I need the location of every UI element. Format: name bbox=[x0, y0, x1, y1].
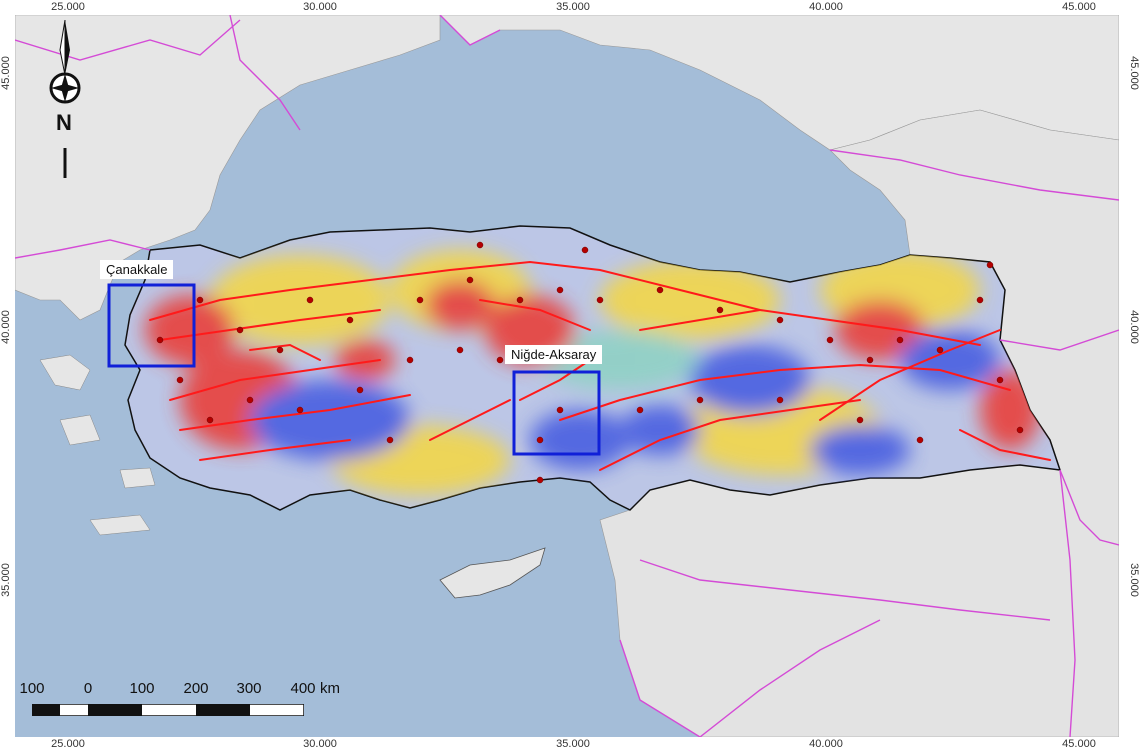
scale-label: 100 bbox=[129, 680, 155, 697]
compass-north-label: N bbox=[56, 110, 72, 135]
lon-tick-bottom: 40.000 bbox=[809, 738, 843, 750]
scale-bar-graphic bbox=[32, 704, 304, 716]
lon-tick-top: 45.000 bbox=[1062, 1, 1096, 13]
lon-tick-bottom: 25.000 bbox=[51, 738, 85, 750]
scale-label: 300 bbox=[236, 680, 262, 697]
lon-tick-top: 25.000 bbox=[51, 1, 85, 13]
region-label-nigde-aksaray: Niğde-Aksaray bbox=[505, 345, 603, 364]
region-label-canakkale: Çanakkale bbox=[100, 260, 174, 279]
lat-tick-left: 40.000 bbox=[0, 310, 12, 344]
lat-tick-left: 45.000 bbox=[0, 56, 12, 90]
lon-tick-bottom: 35.000 bbox=[556, 738, 590, 750]
scale-label: 0 bbox=[83, 680, 93, 697]
scale-unit: km bbox=[320, 680, 340, 697]
lon-tick-top: 35.000 bbox=[556, 1, 590, 13]
north-arrow-icon bbox=[49, 20, 81, 178]
lon-tick-top: 40.000 bbox=[809, 1, 843, 13]
scale-label: 200 bbox=[183, 680, 209, 697]
lat-tick-left: 35.000 bbox=[0, 563, 12, 597]
lat-tick-right: 45.000 bbox=[1128, 56, 1140, 90]
lat-tick-right: 35.000 bbox=[1128, 563, 1140, 597]
map-frame: 25.000 30.000 35.000 40.000 45.000 25.00… bbox=[0, 0, 1140, 752]
lat-tick-right: 40.000 bbox=[1128, 310, 1140, 344]
lon-tick-bottom: 30.000 bbox=[303, 738, 337, 750]
scale-label: 100 bbox=[19, 680, 45, 697]
lon-tick-top: 30.000 bbox=[303, 1, 337, 13]
scale-label: 400 bbox=[290, 680, 316, 697]
map-canvas[interactable] bbox=[15, 15, 1119, 737]
lon-tick-bottom: 45.000 bbox=[1062, 738, 1096, 750]
scale-bar: 100 0 100 200 300 400 km bbox=[19, 680, 340, 730]
